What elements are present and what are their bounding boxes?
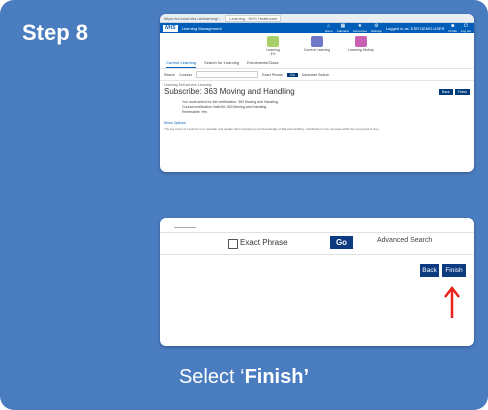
instruction-emphasis: Finish’ <box>244 366 310 388</box>
search-go-button[interactable]: Go <box>286 72 298 77</box>
exact-phrase-checkbox[interactable] <box>228 239 238 249</box>
nav-calendar[interactable]: ▦ Calendar <box>337 23 349 33</box>
exact-phrase-label: Exact Phrase <box>240 238 288 247</box>
current-learning-tile-icon <box>311 36 323 47</box>
tiles-row: Learning 4% Current Learning Learning Hi… <box>160 33 474 56</box>
finish-button-small[interactable]: Finish <box>454 88 470 95</box>
step-title: Step 8 <box>22 20 89 45</box>
tile-learning[interactable]: Learning 4% <box>256 36 290 56</box>
course-details: You must select for the certification: 3… <box>160 96 474 115</box>
finish-button[interactable]: Finish <box>442 264 466 277</box>
show-options-link[interactable]: Show Options <box>160 115 474 125</box>
zoomed-screenshot: Exact Phrase Go Advanced Search Back Fin… <box>160 218 474 346</box>
tab-enrolments[interactable]: Enrolments/Class <box>247 60 278 68</box>
nhs-logo: NHS <box>163 24 178 32</box>
app-name: Learning Management <box>181 25 222 31</box>
advanced-search-link[interactable]: Advanced Search <box>377 237 432 244</box>
tile-learning-history[interactable]: Learning History <box>344 36 378 56</box>
browser-bar: https://rs.local.nhs.uk/learning/... Lea… <box>160 14 474 23</box>
nav-settings[interactable]: ⚙ Settings <box>371 23 382 33</box>
tabs-row: Current Learning Search for Learning Enr… <box>160 56 474 69</box>
learning-tile-icon <box>267 36 279 47</box>
tab-current-learning[interactable]: Current Learning <box>166 60 197 68</box>
user-label: Logged in as: ESR.DEMO.USER <box>385 25 445 31</box>
app-header: NHS Learning Management ⌂ Home ▦ Calendar … <box>160 23 474 33</box>
divider <box>174 227 196 228</box>
browser-tab[interactable]: Learning - NHS Healthcare <box>225 14 282 22</box>
search-row: Search Courses Exact Phrase Go Advanced … <box>160 69 474 81</box>
search-label: Search <box>164 72 176 77</box>
exact-phrase-small[interactable]: Exact Phrase <box>262 73 283 77</box>
full-screenshot: https://rs.local.nhs.uk/learning/... Lea… <box>160 14 474 172</box>
up-arrow-icon <box>444 285 460 318</box>
back-button[interactable]: Back <box>420 264 439 277</box>
learning-history-tile-icon <box>355 36 367 47</box>
nav-profile[interactable]: ☻ Profile <box>448 23 457 33</box>
nav-favourites[interactable]: ★ Favourites <box>353 23 367 33</box>
nav-logout[interactable]: ⏻ Log out <box>461 23 471 33</box>
tile-current-learning[interactable]: Current Learning <box>300 36 334 56</box>
divider <box>160 232 474 233</box>
nav-home[interactable]: ⌂ Home <box>325 23 333 33</box>
course-description: The key focus of a learner is to maintai… <box>164 127 380 131</box>
browser-url[interactable]: https://rs.local.nhs.uk/learning/... <box>164 16 221 21</box>
page-title: Subscribe: 363 Moving and Handling <box>164 87 295 96</box>
back-button-small[interactable]: Back <box>438 88 453 95</box>
instruction-text: Select ‘Finish’ <box>178 366 310 388</box>
course-title-row: Subscribe: 363 Moving and Handling Back … <box>160 87 474 96</box>
divider <box>160 254 474 255</box>
tab-search-learning[interactable]: Search for Learning <box>204 60 239 68</box>
advanced-search-small[interactable]: Advanced Search <box>302 73 330 77</box>
search-input[interactable] <box>196 71 259 78</box>
instruction-card: Step 8 https://rs.local.nhs.uk/learning/… <box>0 0 488 410</box>
go-button[interactable]: Go <box>330 236 353 249</box>
search-scope[interactable]: Courses <box>179 73 192 77</box>
